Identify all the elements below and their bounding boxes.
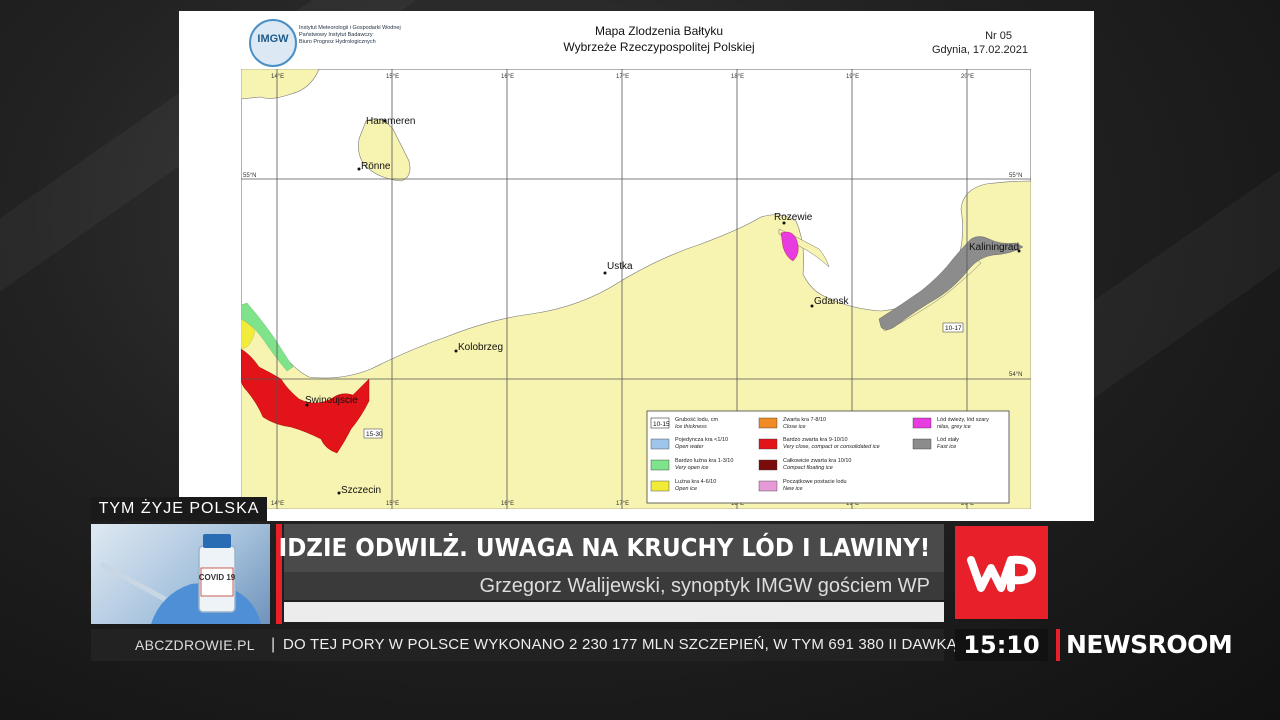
legend-swatch [912, 438, 932, 450]
map-legend: 10-15 Grubość lodu, cm Ice thickness Poj… [646, 410, 1010, 504]
legend-swatch [912, 417, 932, 429]
lon-label: 20°E [961, 74, 974, 80]
map-title: Mapa Zlodzenia Bałtyku Wybrzeże Rzeczypo… [563, 24, 755, 54]
svg-text:Ice thickness: Ice thickness [675, 424, 707, 430]
clock: 15:10 [955, 629, 1048, 661]
wp-logo-icon [967, 555, 1036, 592]
svg-text:Open water: Open water [675, 444, 705, 450]
city-kolobrzeg: Kolobrzeg [458, 342, 503, 353]
svg-text:10-15: 10-15 [653, 421, 670, 428]
thickness-label-east: 10-17 [945, 325, 962, 332]
lon-label: 15°E [386, 74, 399, 80]
svg-text:nilas, grey ice: nilas, grey ice [937, 424, 971, 430]
svg-text:New ice: New ice [783, 486, 803, 492]
map-header: IMGW Instytut Meteorologii i Gospodarki … [179, 11, 1094, 73]
svg-text:Lód stały: Lód stały [937, 437, 959, 443]
news-ticker: ABCZDROWIE.PL | DO TEJ PORY W POLSCE WYK… [91, 629, 957, 661]
lon-label: 19°E [846, 74, 859, 80]
map-number: Nr 05 [985, 30, 1012, 42]
lon-label: 14°E [271, 501, 284, 507]
lon-label: 16°E [501, 501, 514, 507]
svg-text:Fast ice: Fast ice [937, 444, 956, 450]
city-szczecin: Szczecin [341, 485, 381, 496]
vaccine-illustration: COVID 19 [99, 534, 261, 624]
channel-accent-bar [1056, 629, 1060, 661]
ice-map-panel: IMGW Instytut Meteorologii i Gospodarki … [179, 11, 1094, 521]
headline-box: IDZIE ODWILŻ. UWAGA NA KRUCHY LÓD I LAWI… [278, 524, 944, 572]
lat-label: 54°N [1009, 372, 1022, 378]
lon-label: 17°E [616, 74, 629, 80]
svg-text:Grubość lodu, cm: Grubość lodu, cm [675, 417, 719, 423]
ticker-text: DO TEJ PORY W POLSCE WYKONANO 2 230 177 … [283, 636, 957, 653]
lon-label: 15°E [386, 501, 399, 507]
lon-label: 17°E [616, 501, 629, 507]
city-rozewie: Rozewie [774, 212, 813, 223]
svg-text:Very close, compact or consoli: Very close, compact or consolidated ice [783, 444, 880, 450]
svg-text:Początkowe postacie lodu: Początkowe postacie lodu [783, 479, 847, 485]
map-date: Gdynia, 17.02.2021 [931, 44, 1028, 56]
svg-text:Compact floating ice: Compact floating ice [783, 465, 833, 471]
ticker-source: ABCZDROWIE.PL [135, 637, 255, 653]
city-swinoujscie: Swinoujscie [305, 395, 358, 406]
lon-label: 14°E [271, 74, 284, 80]
legend-swatch [758, 438, 778, 450]
wp-logo [955, 526, 1048, 619]
svg-text:Lód świeży, lód szary: Lód świeży, lód szary [937, 417, 989, 423]
legend-swatch [650, 480, 670, 492]
city-ustka: Ustka [607, 261, 633, 272]
baltic-ice-map: 14°E 15°E 16°E 17°E 18°E 19°E 20°E 14°E … [241, 69, 1031, 509]
city-ronne: Rönne [361, 161, 391, 172]
imgw-logo: IMGW [249, 19, 297, 67]
channel-name: NEWSROOM [1066, 630, 1233, 659]
city-gdansk: Gdansk [814, 296, 849, 307]
ticker-separator: | [271, 636, 276, 653]
legend-swatch [758, 480, 778, 492]
legend-swatch [650, 438, 670, 450]
subheadline: Grzegorz Walijewski, synoptyk IMGW gości… [479, 575, 930, 597]
svg-text:Open ice: Open ice [675, 486, 697, 492]
svg-text:Very open ice: Very open ice [675, 465, 708, 471]
lon-label: 18°E [731, 74, 744, 80]
svg-text:Całkowicie zwarta kra 10/10: Całkowicie zwarta kra 10/10 [783, 458, 851, 464]
svg-text:Bardzo zwarta kra 9-10/10: Bardzo zwarta kra 9-10/10 [783, 437, 848, 443]
lon-label: 16°E [501, 74, 514, 80]
legend-swatch [758, 459, 778, 471]
svg-text:Close ice: Close ice [783, 424, 806, 430]
svg-text:Zwarta kra 7-8/10: Zwarta kra 7-8/10 [783, 417, 826, 423]
subheadline-box: Grzegorz Walijewski, synoptyk IMGW gości… [284, 572, 944, 600]
headline-underline [284, 602, 944, 622]
city-hammeren: Hammeren [366, 116, 415, 127]
headline: IDZIE ODWILŻ. UWAGA NA KRUCHY LÓD I LAWI… [278, 533, 930, 562]
svg-text:Pojedyncza kra <1/10: Pojedyncza kra <1/10 [675, 437, 728, 443]
legend-swatch [650, 459, 670, 471]
lat-label: 55°N [243, 173, 256, 179]
city-kaliningrad: Kaliningrad [969, 242, 1019, 253]
svg-text:Bardzo luźna kra 1-3/10: Bardzo luźna kra 1-3/10 [675, 458, 733, 464]
covid-vaccine-thumbnail: COVID 19 [91, 524, 270, 624]
legend-swatch [758, 417, 778, 429]
program-tag: TYM ŻYJE POLSKA [91, 497, 267, 521]
vial-label: COVID 19 [199, 573, 236, 582]
lat-label: 55°N [1009, 173, 1022, 179]
svg-text:Luźna kra 4-6/10: Luźna kra 4-6/10 [675, 479, 716, 485]
thickness-label-west: 15-30 [366, 431, 383, 438]
institute-name: Instytut Meteorologii i Gospodarki Wodne… [299, 25, 401, 45]
